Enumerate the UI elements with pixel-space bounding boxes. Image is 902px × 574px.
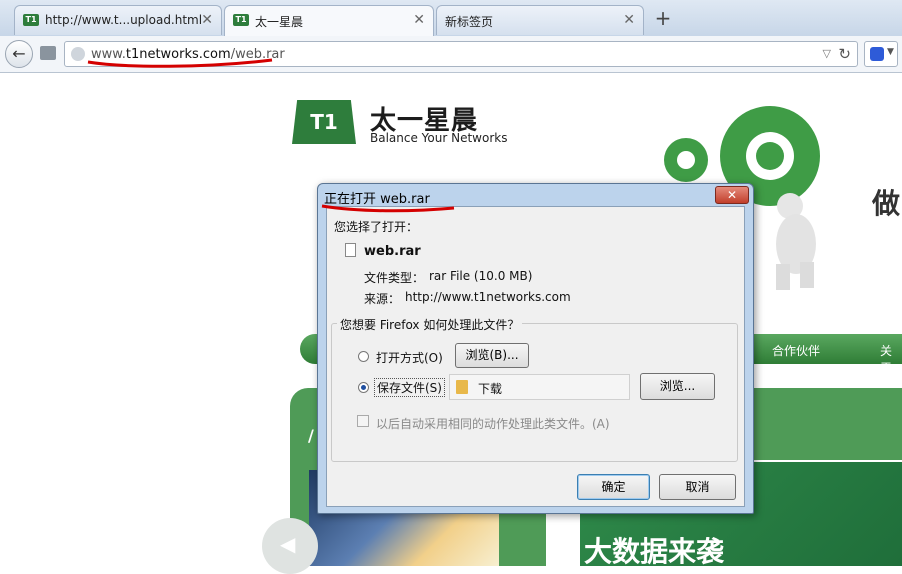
file-type-label: 文件类型： xyxy=(364,271,425,285)
globe-icon xyxy=(71,47,85,61)
cancel-button[interactable]: 取消 xyxy=(659,474,736,500)
site-favicon-icon: T1 xyxy=(23,14,39,26)
save-folder-name: 下载 xyxy=(478,382,503,396)
chevron-down-icon: ▼ xyxy=(887,47,894,57)
nav-link-partners[interactable]: 合作伙伴 xyxy=(772,342,820,359)
red-underline-annotation xyxy=(87,58,273,68)
t1-logo-mark[interactable]: T1 xyxy=(292,100,356,144)
back-arrow-icon[interactable]: ← xyxy=(5,40,33,68)
close-tab-icon[interactable]: ✕ xyxy=(623,12,635,28)
tab-title: http://www.t...upload.html xyxy=(45,13,203,27)
tab-title: 太一星晨 xyxy=(255,15,304,29)
source-value: http://www.t1networks.com xyxy=(405,290,571,304)
tab-title: 新标签页 xyxy=(445,15,494,29)
tab-new[interactable]: 新标签页 ✕ xyxy=(436,5,644,35)
chose-open-label: 您选择了打开： xyxy=(334,220,419,234)
reload-icon[interactable]: ↻ xyxy=(838,45,851,63)
tab-taiyi[interactable]: T1 太一星晨 ✕ xyxy=(224,5,434,37)
file-icon xyxy=(345,243,356,257)
hero-heading-fragment: 做 xyxy=(872,187,901,220)
open-with-radio[interactable] xyxy=(358,351,369,362)
save-file-label[interactable]: 保存文件(S) xyxy=(374,378,445,397)
file-type-value: rar File (10.0 MB) xyxy=(429,269,533,283)
nav-link-about[interactable]: 关于 xyxy=(880,342,902,376)
search-engine-button[interactable]: ▼ xyxy=(864,41,898,67)
close-tab-icon[interactable]: ✕ xyxy=(413,12,425,28)
tab-strip: T1 http://www.t...upload.html ✕ T1 太一星晨 … xyxy=(0,0,902,37)
auto-action-label[interactable]: 以后自动采用相同的动作处理此类文件。(A) xyxy=(376,415,610,432)
auto-action-checkbox[interactable] xyxy=(357,415,369,427)
site-favicon-icon: T1 xyxy=(233,14,249,26)
browse-app-button[interactable]: 浏览(B)... xyxy=(455,343,529,368)
new-tab-button[interactable]: + xyxy=(650,6,676,32)
browse-folder-button[interactable]: 浏览... xyxy=(640,373,715,400)
tab-groups-icon[interactable] xyxy=(40,46,56,60)
baidu-paw-icon xyxy=(870,47,884,61)
close-icon[interactable]: ✕ xyxy=(715,186,749,204)
url-dropdown-icon[interactable]: ▽ xyxy=(823,47,831,60)
chevron-left-icon: ◀ xyxy=(280,532,296,556)
save-folder-field[interactable] xyxy=(449,374,630,400)
tab-upload[interactable]: T1 http://www.t...upload.html ✕ xyxy=(14,5,222,35)
ok-button[interactable]: 确定 xyxy=(577,474,650,500)
logo-tagline: Balance Your Networks xyxy=(370,131,508,145)
open-with-label[interactable]: 打开方式(O) xyxy=(376,349,443,366)
banner-title: 大数据来袭 xyxy=(584,535,725,568)
save-file-radio[interactable] xyxy=(358,382,369,393)
red-underline-annotation xyxy=(321,204,455,213)
folder-icon xyxy=(456,380,468,394)
source-label: 来源： xyxy=(364,292,401,306)
file-name: web.rar xyxy=(364,244,421,259)
panel-heading-fragment: / xyxy=(308,426,314,445)
action-question: 您想要 Firefox 如何处理此文件？ xyxy=(337,316,523,333)
close-tab-icon[interactable]: ✕ xyxy=(201,12,213,28)
